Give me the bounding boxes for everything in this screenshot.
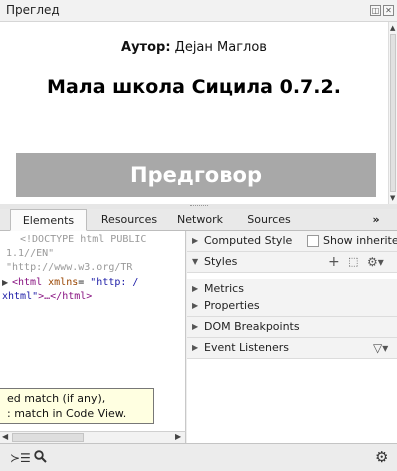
doctype-line-1: <!DOCTYPE html PUBLIC bbox=[20, 234, 147, 245]
scroll-left-icon[interactable]: ◀ bbox=[2, 432, 8, 441]
console-icon[interactable]: ≻☰ bbox=[10, 451, 31, 465]
search-icon[interactable] bbox=[34, 450, 47, 466]
tooltip-line-2: : match in Code View. bbox=[7, 407, 127, 420]
html-attr-value: "http: / bbox=[90, 277, 139, 288]
scroll-right-icon[interactable]: ▶ bbox=[175, 432, 181, 441]
scroll-down-icon[interactable]: ▼ bbox=[390, 194, 395, 202]
section-label: Styles bbox=[204, 255, 238, 268]
float-panel-icon[interactable]: ◫ bbox=[370, 5, 381, 16]
collapse-arrow-icon: ▼ bbox=[192, 257, 199, 266]
tooltip: ed match (if any), : match in Code View. bbox=[0, 388, 154, 424]
author-label: Аутор: bbox=[121, 40, 171, 55]
close-icon[interactable]: ✕ bbox=[383, 5, 394, 16]
preview-title: Преглед bbox=[6, 3, 60, 17]
author-name: Дејан Маглов bbox=[170, 40, 267, 55]
settings-gear-icon[interactable]: ⚙ bbox=[375, 448, 388, 466]
section-dom-breakpoints[interactable]: ▶ DOM Breakpoints bbox=[187, 317, 397, 338]
show-inherited-label: Show inherited bbox=[323, 234, 397, 247]
devtools-tabbar: Elements Resources Network Sources » bbox=[0, 209, 397, 231]
html-attr-value-cont: xhtml" bbox=[2, 291, 39, 302]
devtools-bottom-toolbar: ≻☰ ⚙ bbox=[0, 443, 397, 471]
expand-arrow-icon: ▶ bbox=[192, 236, 199, 245]
tooltip-line-1: ed match (if any), bbox=[7, 392, 106, 405]
section-computed-style[interactable]: ▶ Computed Style Show inherited bbox=[187, 231, 397, 252]
doctype-line-3: "http://www.w3.org/TR bbox=[6, 262, 133, 273]
section-label: Computed Style bbox=[204, 234, 293, 247]
tab-elements[interactable]: Elements bbox=[10, 209, 87, 231]
preface-heading: Предговор bbox=[16, 153, 376, 197]
tab-sources[interactable]: Sources bbox=[240, 209, 298, 231]
html-attr-eq: = bbox=[78, 277, 91, 288]
section-label: DOM Breakpoints bbox=[204, 320, 300, 333]
more-tabs-button[interactable]: » bbox=[364, 209, 388, 231]
add-style-rule-icon[interactable]: + bbox=[328, 252, 340, 272]
html-node-line-1[interactable]: <html xmlns= "http: / bbox=[12, 277, 138, 288]
html-node-line-2[interactable]: xhtml">…</html> bbox=[2, 291, 92, 302]
preview-vertical-scrollbar[interactable]: ▲ ▼ bbox=[388, 22, 397, 204]
section-properties[interactable]: ▶ Properties bbox=[187, 296, 397, 317]
filter-icon[interactable]: ▽▾ bbox=[373, 338, 388, 358]
expand-arrow-icon: ▶ bbox=[192, 301, 199, 310]
section-event-listeners[interactable]: ▶ Event Listeners ▽▾ bbox=[187, 338, 397, 359]
scroll-thumb[interactable] bbox=[12, 433, 84, 442]
html-attr-name: xmlns bbox=[42, 277, 79, 288]
author-line: Аутор: Дејан Маглов bbox=[0, 40, 388, 55]
section-label: Event Listeners bbox=[204, 341, 289, 354]
search-icon-glyph bbox=[34, 450, 47, 463]
book-title: Мала школа Сицила 0.7.2. bbox=[47, 76, 341, 98]
gear-icon[interactable]: ⚙▾ bbox=[367, 252, 384, 272]
scroll-up-icon[interactable]: ▲ bbox=[390, 24, 395, 32]
preview-header: Преглед ◫ ✕ bbox=[0, 0, 397, 22]
scroll-thumb[interactable] bbox=[390, 34, 396, 192]
html-close-tag: >…</html> bbox=[38, 291, 93, 302]
doctype-line-2: 1.1//EN" bbox=[6, 248, 55, 259]
expand-arrow-icon[interactable]: ▶ bbox=[2, 278, 8, 287]
elements-horizontal-scrollbar[interactable]: ◀ ▶ bbox=[0, 431, 186, 443]
tab-network[interactable]: Network bbox=[174, 209, 226, 231]
preview-document: Аутор: Дејан Маглов Мала школа Сицила 0.… bbox=[0, 22, 388, 204]
html-tag: <html bbox=[12, 277, 43, 288]
splitter-grip[interactable] bbox=[190, 205, 208, 207]
section-label: Properties bbox=[204, 299, 260, 312]
styles-sidebar: ▶ Computed Style Show inherited ▼ Styles… bbox=[187, 231, 397, 443]
section-styles[interactable]: ▼ Styles + ⬚ ⚙▾ bbox=[187, 252, 397, 273]
expand-arrow-icon: ▶ bbox=[192, 343, 199, 352]
show-inherited-checkbox[interactable] bbox=[307, 235, 319, 247]
tab-resources[interactable]: Resources bbox=[90, 209, 168, 231]
expand-arrow-icon: ▶ bbox=[192, 322, 199, 331]
element-state-icon[interactable]: ⬚ bbox=[348, 252, 358, 272]
